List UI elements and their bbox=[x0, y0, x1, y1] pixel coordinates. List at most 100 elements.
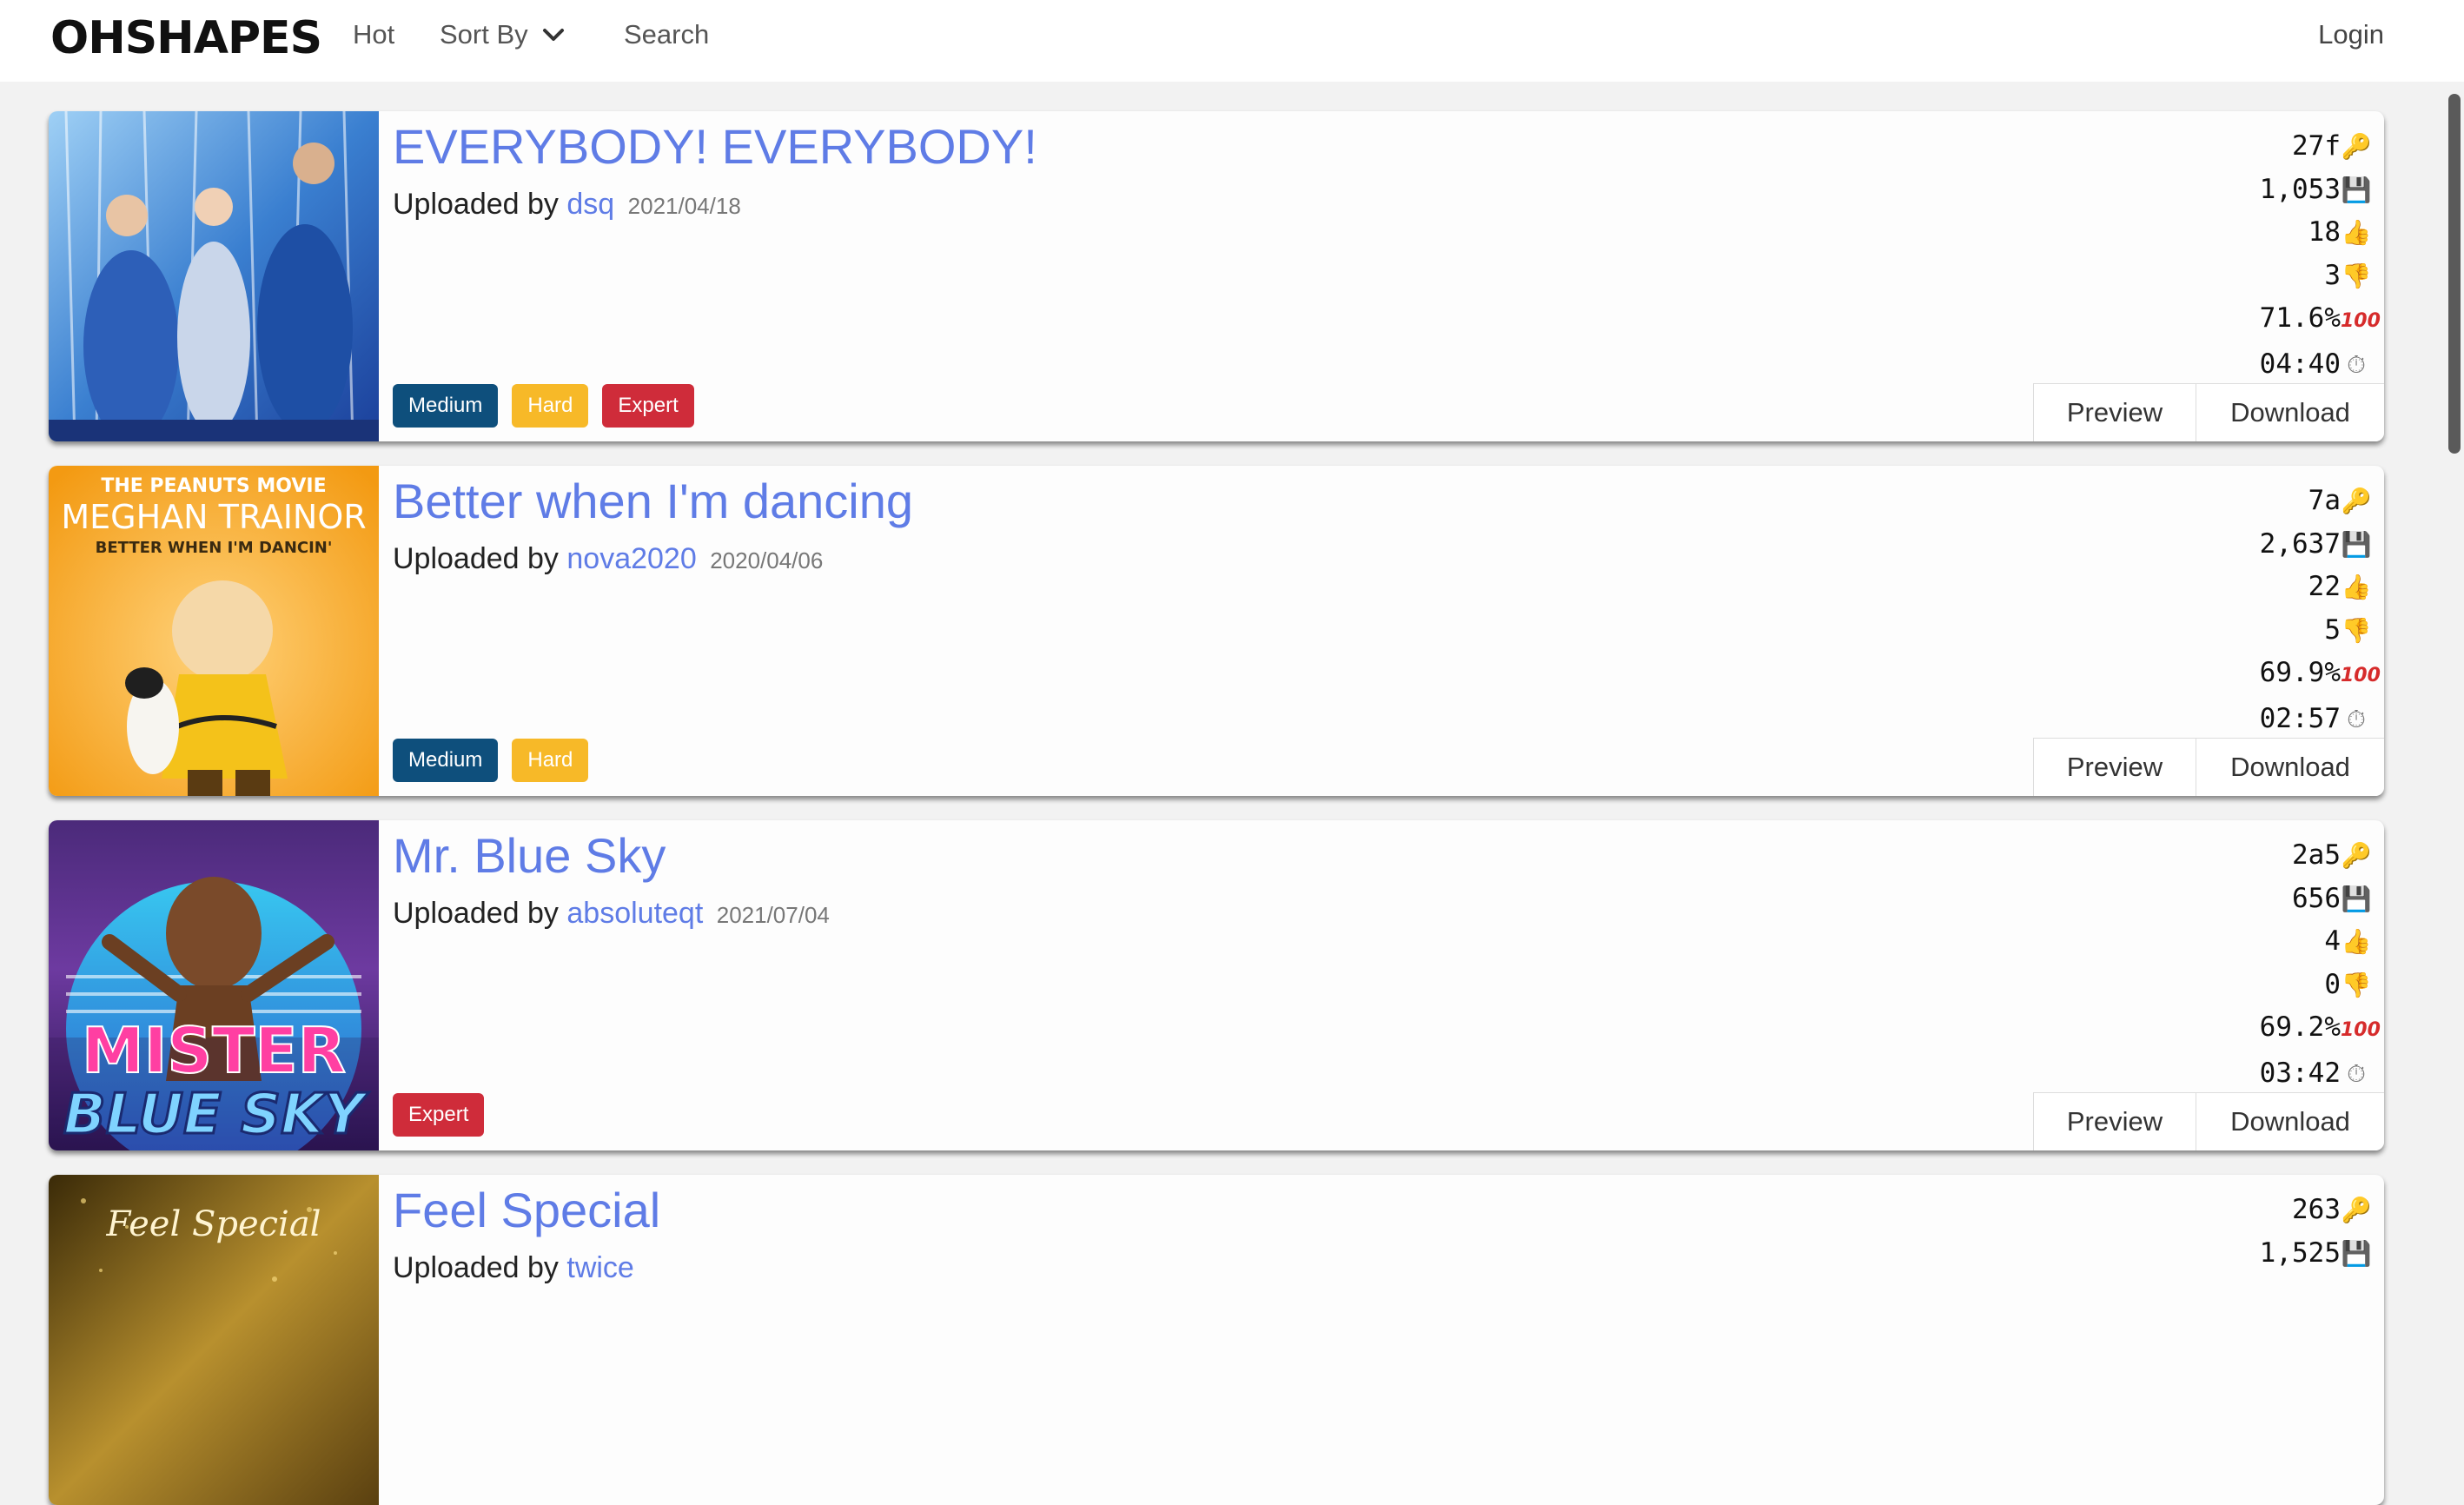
rating-value: 69.2% bbox=[2259, 1011, 2341, 1043]
uploader-line: Uploaded by absoluteqt 2021/07/04 bbox=[393, 897, 830, 931]
map-cover-image[interactable] bbox=[49, 111, 379, 441]
duration-value: 04:40 bbox=[2259, 348, 2341, 380]
download-button[interactable]: Download bbox=[2196, 739, 2384, 796]
cover-art-text: MISTER bbox=[82, 1014, 346, 1087]
brand-logo[interactable]: OHSHAPES bbox=[50, 12, 322, 64]
map-card: EVERYBODY! EVERYBODY! Uploaded by dsq 20… bbox=[49, 111, 2384, 441]
uploaded-by-label: Uploaded by bbox=[393, 1251, 559, 1284]
preview-button[interactable]: Preview bbox=[2034, 384, 2196, 441]
upvote-count: 22 bbox=[2308, 571, 2341, 602]
map-stats: 263🔑 1,525💾 bbox=[2260, 1189, 2372, 1275]
cover-art-text: BETTER WHEN I'M DANCIN' bbox=[96, 539, 333, 557]
downvote-count: 5 bbox=[2324, 613, 2341, 646]
uploader-link[interactable]: nova2020 bbox=[566, 542, 696, 575]
card-actions: Preview Download bbox=[2033, 738, 2384, 796]
floppy-disk-icon: 💾 bbox=[2341, 175, 2372, 204]
map-card: THE PEANUTS MOVIE MEGHAN TRAINOR BETTER … bbox=[49, 466, 2384, 796]
upload-date: 2020/04/06 bbox=[710, 547, 824, 573]
difficulty-tags: Medium Hard Expert bbox=[393, 384, 694, 428]
uploader-link[interactable]: absoluteqt bbox=[566, 897, 703, 930]
map-key: 7a bbox=[2308, 485, 2341, 516]
thumbs-up-icon: 👍 bbox=[2341, 927, 2372, 956]
map-card: MISTER BLUE SKY Mr. Blue Sky Uploaded by… bbox=[49, 820, 2384, 1150]
card-actions: Preview Download bbox=[2033, 383, 2384, 441]
download-count: 656 bbox=[2292, 882, 2341, 914]
hundred-points-icon: 100 bbox=[2341, 1019, 2381, 1041]
stopwatch-icon: ⏱ bbox=[2347, 1058, 2366, 1088]
sort-by-label: Sort By bbox=[440, 19, 528, 50]
download-button[interactable]: Download bbox=[2196, 1093, 2384, 1150]
map-cover-image[interactable]: MISTER BLUE SKY bbox=[49, 820, 379, 1150]
download-count: 2,637 bbox=[2259, 527, 2341, 560]
map-stats: 2a5🔑 656💾 4👍 0👎 69.2%100 03:42 ⏱ bbox=[2259, 834, 2381, 1095]
key-icon: 🔑 bbox=[2341, 132, 2372, 161]
difficulty-tags: Expert bbox=[393, 1093, 485, 1137]
floppy-disk-icon: 💾 bbox=[2341, 1238, 2372, 1268]
map-key: 27f bbox=[2292, 130, 2341, 162]
stopwatch-icon: ⏱ bbox=[2347, 704, 2366, 733]
key-icon: 🔑 bbox=[2341, 1196, 2372, 1224]
floppy-disk-icon: 💾 bbox=[2341, 529, 2372, 559]
uploaded-by-label: Uploaded by bbox=[393, 542, 559, 575]
map-key: 2a5 bbox=[2292, 839, 2341, 871]
rating-value: 69.9% bbox=[2259, 657, 2341, 688]
map-stats: 27f🔑 1,053💾 18👍 3👎 71.6%100 04:40 ⏱ bbox=[2259, 125, 2381, 386]
tag-hard: Hard bbox=[512, 739, 589, 782]
difficulty-tags: Medium Hard bbox=[393, 739, 589, 782]
map-title[interactable]: EVERYBODY! EVERYBODY! bbox=[393, 118, 1037, 175]
map-title[interactable]: Feel Special bbox=[393, 1182, 660, 1238]
download-button[interactable]: Download bbox=[2196, 384, 2384, 441]
uploader-link[interactable]: twice bbox=[566, 1251, 633, 1284]
map-title[interactable]: Mr. Blue Sky bbox=[393, 827, 666, 884]
thumbs-down-icon: 👎 bbox=[2341, 615, 2372, 645]
upvote-count: 18 bbox=[2308, 216, 2341, 248]
cover-art-text: THE PEANUTS MOVIE bbox=[101, 475, 326, 497]
tag-expert: Expert bbox=[602, 384, 694, 428]
map-title[interactable]: Better when I'm dancing bbox=[393, 473, 913, 529]
floppy-disk-icon: 💾 bbox=[2341, 884, 2372, 913]
card-actions: Preview Download bbox=[2033, 1092, 2384, 1150]
uploader-link[interactable]: dsq bbox=[566, 188, 614, 221]
nav-search-link[interactable]: Search bbox=[624, 19, 709, 50]
thumbs-up-icon: 👍 bbox=[2341, 218, 2372, 247]
tag-medium: Medium bbox=[393, 739, 499, 782]
rating-value: 71.6% bbox=[2259, 302, 2341, 334]
uploader-line: Uploaded by nova2020 2020/04/06 bbox=[393, 542, 823, 576]
upvote-count: 4 bbox=[2324, 925, 2341, 957]
map-card: Feel Special Feel Special Uploaded by tw… bbox=[49, 1175, 2384, 1505]
map-cover-image[interactable]: THE PEANUTS MOVIE MEGHAN TRAINOR BETTER … bbox=[49, 466, 379, 796]
cover-art-text: MEGHAN TRAINOR bbox=[61, 498, 366, 536]
map-stats: 7a🔑 2,637💾 22👍 5👎 69.9%100 02:57 ⏱ bbox=[2259, 480, 2381, 740]
cover-art-text: Feel Special bbox=[106, 1204, 321, 1244]
hundred-points-icon: 100 bbox=[2341, 310, 2381, 332]
map-cover-image[interactable]: Feel Special bbox=[49, 1175, 379, 1505]
tag-hard: Hard bbox=[512, 384, 589, 428]
page-scrollbar[interactable] bbox=[2448, 94, 2461, 454]
download-count: 1,053 bbox=[2259, 173, 2341, 205]
nav-sort-dropdown[interactable]: Sort By bbox=[440, 19, 566, 50]
cover-art-text: BLUE SKY bbox=[63, 1083, 369, 1147]
uploader-line: Uploaded by twice bbox=[393, 1251, 634, 1285]
thumbs-up-icon: 👍 bbox=[2341, 573, 2372, 601]
login-link[interactable]: Login bbox=[2318, 19, 2384, 50]
stopwatch-icon: ⏱ bbox=[2347, 349, 2366, 379]
preview-button[interactable]: Preview bbox=[2034, 739, 2196, 796]
thumbs-down-icon: 👎 bbox=[2341, 970, 2372, 999]
uploaded-by-label: Uploaded by bbox=[393, 897, 559, 930]
upload-date: 2021/04/18 bbox=[627, 193, 741, 219]
duration-value: 02:57 bbox=[2259, 702, 2341, 734]
nav-hot-link[interactable]: Hot bbox=[353, 19, 394, 50]
duration-value: 03:42 bbox=[2259, 1057, 2341, 1089]
preview-button[interactable]: Preview bbox=[2034, 1093, 2196, 1150]
uploader-line: Uploaded by dsq 2021/04/18 bbox=[393, 188, 741, 222]
upload-date: 2021/07/04 bbox=[716, 902, 830, 928]
top-navbar: OHSHAPES Hot Sort By Search Login bbox=[0, 0, 2464, 82]
hundred-points-icon: 100 bbox=[2341, 665, 2381, 686]
tag-expert: Expert bbox=[393, 1093, 485, 1137]
key-icon: 🔑 bbox=[2341, 841, 2372, 870]
key-icon: 🔑 bbox=[2341, 487, 2372, 515]
thumbs-down-icon: 👎 bbox=[2341, 261, 2372, 290]
map-key: 263 bbox=[2292, 1194, 2341, 1225]
chevron-down-icon bbox=[542, 29, 564, 41]
download-count: 1,525 bbox=[2259, 1236, 2341, 1269]
